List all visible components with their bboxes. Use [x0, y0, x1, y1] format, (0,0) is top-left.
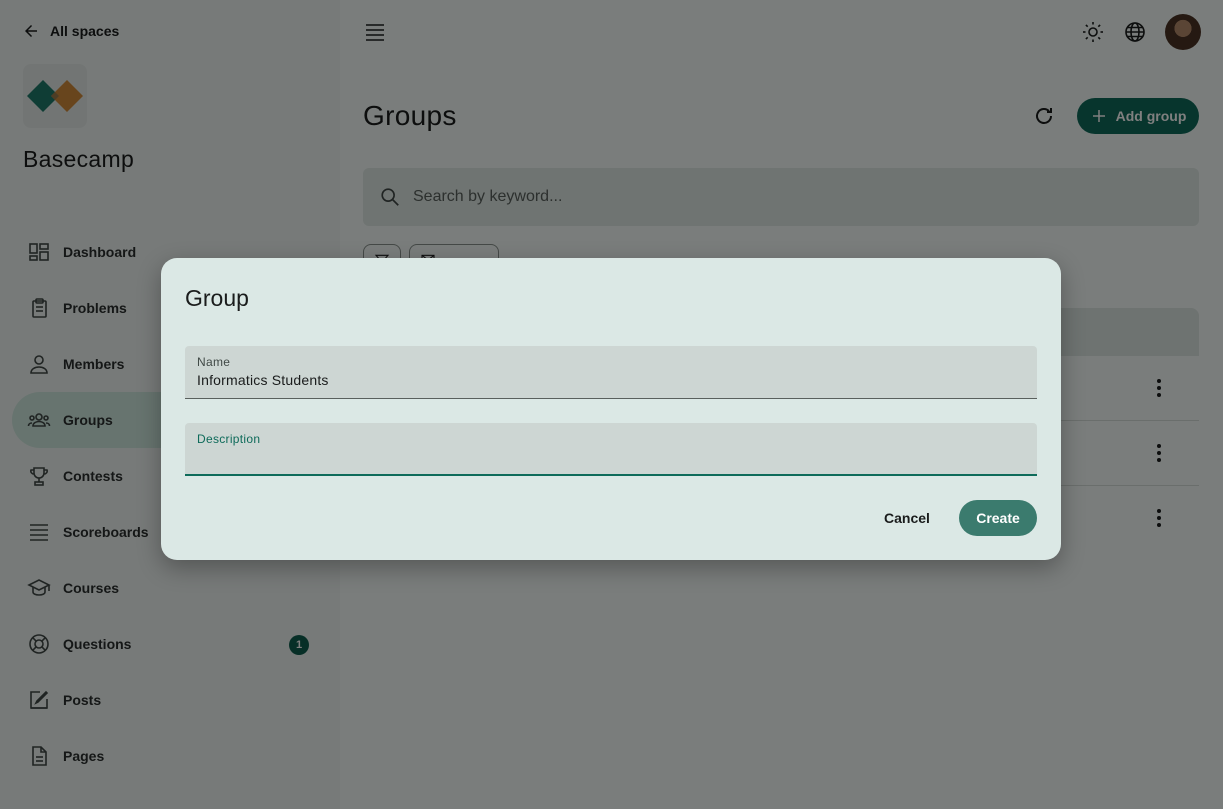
name-field[interactable]: Name: [185, 346, 1037, 399]
description-input[interactable]: [197, 449, 1017, 465]
description-field[interactable]: Description: [185, 423, 1037, 476]
create-button[interactable]: Create: [959, 500, 1037, 536]
description-field-label: Description: [197, 432, 261, 446]
name-field-label: Name: [197, 355, 231, 369]
dialog-title: Group: [185, 285, 249, 311]
name-input[interactable]: [197, 372, 1017, 388]
group-dialog: Group Name Description Cancel Create: [161, 258, 1061, 560]
cancel-button[interactable]: Cancel: [869, 500, 945, 536]
